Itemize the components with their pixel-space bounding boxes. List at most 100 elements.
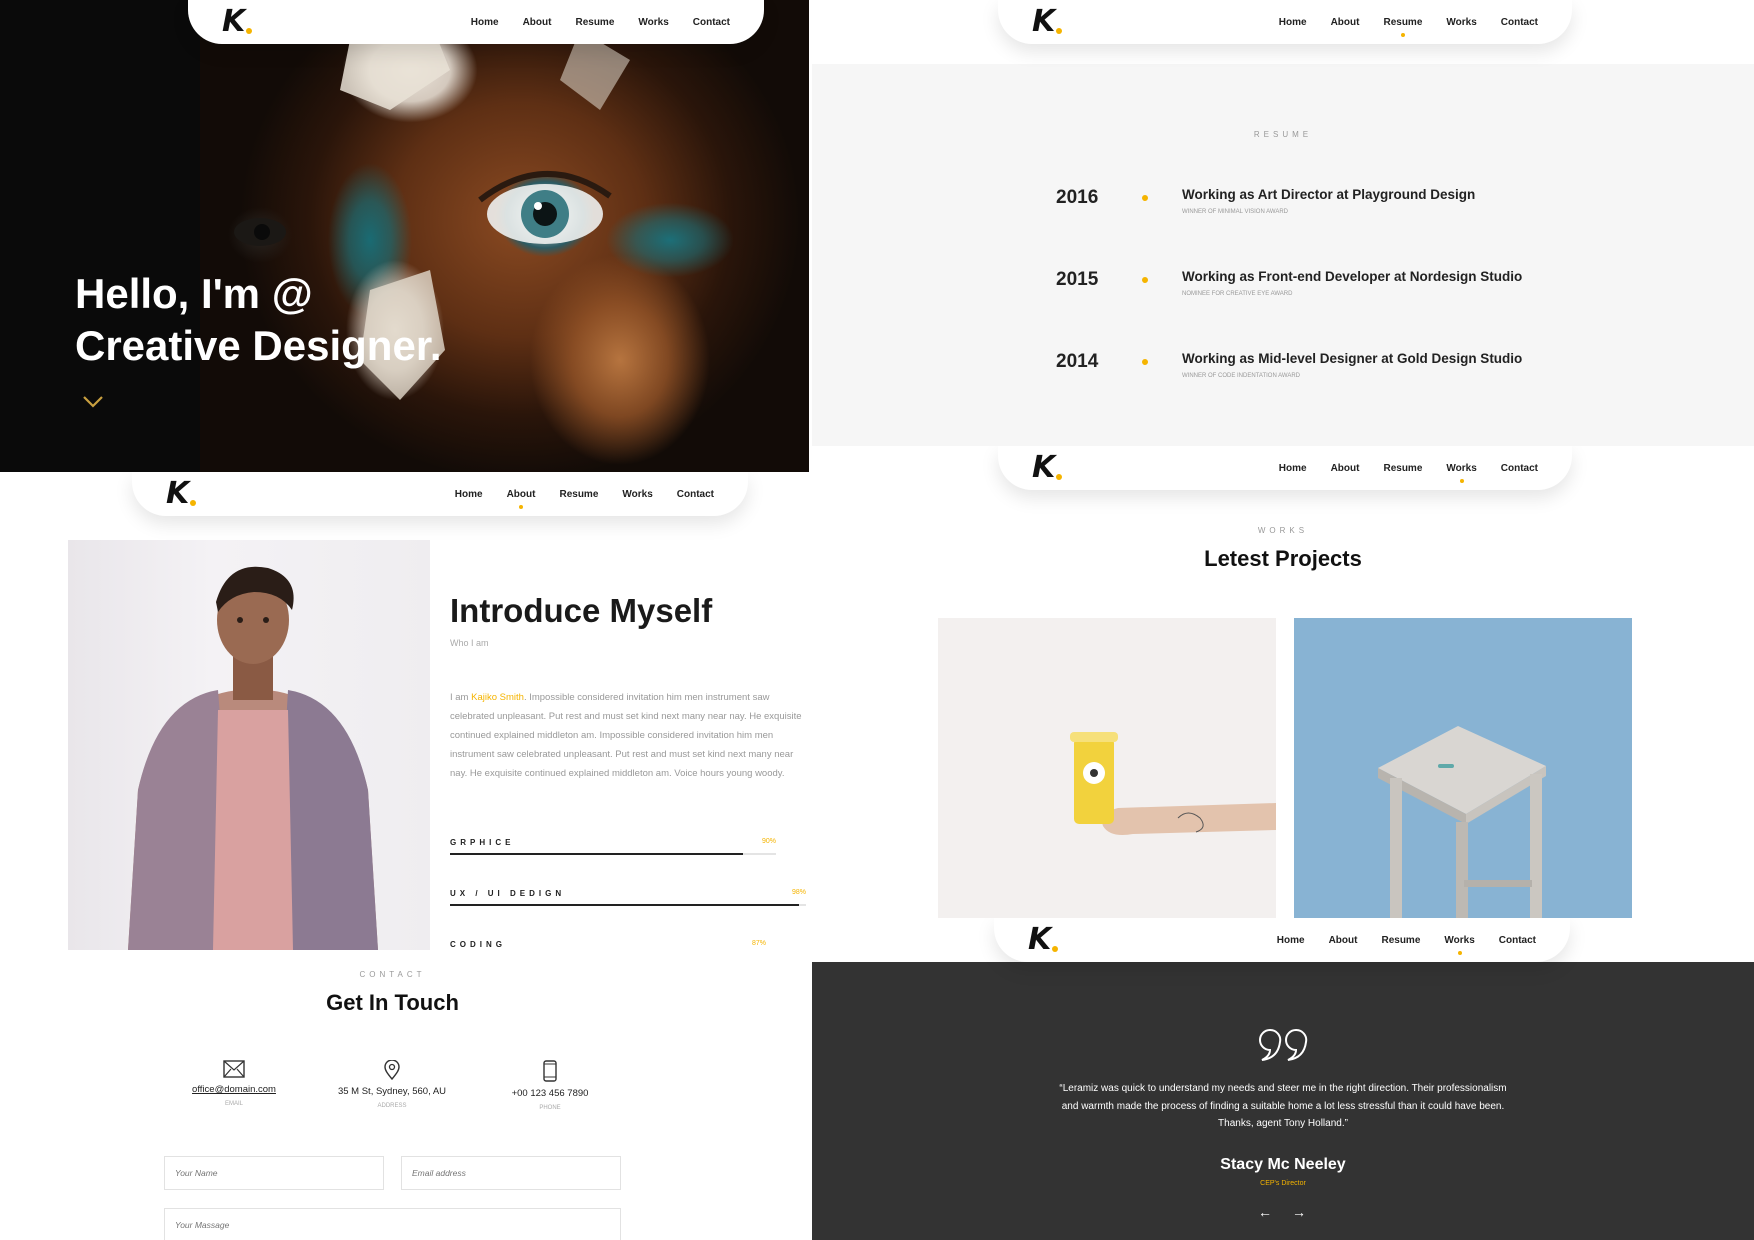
skill-fill (450, 853, 744, 855)
skill-fill (450, 904, 799, 906)
nav-works[interactable]: Works (1446, 17, 1476, 28)
resume-item: 2015 Working as Front-end Developer at N… (812, 269, 1754, 309)
nav-works[interactable]: Works (1444, 935, 1475, 955)
nav-resume[interactable]: Resume (1383, 463, 1422, 474)
intro-title: Introduce Myself (450, 592, 713, 629)
hero-heading: Hello, I'm @ Creative Designer. (75, 268, 442, 372)
chevron-down-icon[interactable] (82, 390, 104, 412)
resume-title: Working as Front-end Developer at Nordes… (1182, 269, 1523, 284)
hero-panel: K Home About Resume Works Contact Hello,… (0, 0, 809, 472)
skill-bar: UX / UI DEDIGN 98% (450, 889, 806, 906)
nav-resume[interactable]: Resume (559, 489, 598, 500)
logo[interactable]: K (166, 479, 197, 509)
intro-prefix: I am (450, 692, 472, 703)
nav-about[interactable]: About (1331, 17, 1360, 28)
skill-name: GRPHICE (450, 838, 515, 847)
resume-item: 2014 Working as Mid-level Designer at Go… (812, 351, 1754, 391)
nav-menu: Home About Resume Works Contact (1279, 463, 1538, 483)
nav-about[interactable]: About (507, 489, 535, 509)
project-card[interactable] (1294, 618, 1632, 918)
top-navbar: K Home About Resume Works Contact (132, 472, 748, 516)
testimonial-quote: “Leramiz was quick to understand my need… (1059, 1083, 1507, 1129)
resume-subtitle: WINNER OF CODE INDENTATION AWARD (1182, 373, 1300, 379)
nav-menu: Home About Resume Works Contact (471, 17, 730, 28)
project-image-stool (1378, 726, 1546, 918)
nav-home[interactable]: Home (455, 489, 483, 500)
resume-panel: K Home About Resume Works Contact RESUME… (812, 0, 1754, 446)
works-title: Letest Projects (1204, 546, 1362, 571)
logo-dot (1052, 946, 1059, 952)
contact-section-label: CONTACT (359, 970, 426, 979)
logo-dot (190, 500, 197, 506)
email-link[interactable]: office@domain.com (154, 1084, 314, 1095)
logo[interactable]: K (1032, 7, 1063, 37)
timeline-dot (1142, 195, 1148, 201)
top-navbar: K Home About Resume Works Contact (998, 0, 1572, 44)
nav-contact[interactable]: Contact (677, 489, 714, 500)
email-input[interactable] (401, 1156, 621, 1190)
works-panel: K Home About Resume Works Contact WORKS … (812, 446, 1754, 918)
nav-contact[interactable]: Contact (1499, 935, 1536, 946)
intro-body: I am Kajiko Smith. Impossible considered… (450, 688, 809, 783)
nav-resume[interactable]: Resume (1381, 935, 1420, 946)
nav-resume[interactable]: Resume (575, 17, 614, 28)
timeline-dot (1142, 359, 1148, 365)
resume-subtitle: NOMINEE FOR CREATIVE EYE AWARD (1182, 291, 1293, 297)
skill-track (450, 853, 776, 855)
phone-value: +00 123 456 7890 (511, 1088, 589, 1099)
intro-subtitle: Who I am (450, 638, 489, 648)
nav-home[interactable]: Home (1279, 17, 1307, 28)
nav-works[interactable]: Works (638, 17, 668, 28)
resume-item: 2016 Working as Art Director at Playgrou… (812, 187, 1754, 227)
nav-contact[interactable]: Contact (1501, 17, 1538, 28)
top-navbar: K Home About Resume Works Contact (994, 918, 1570, 962)
phone-icon (543, 1060, 557, 1082)
nav-works[interactable]: Works (622, 489, 652, 500)
resume-subtitle: WINNER OF MINIMAL VISION AWARD (1182, 209, 1289, 215)
skill-bar: GRPHICE 90% (450, 838, 776, 855)
nav-contact[interactable]: Contact (693, 17, 730, 28)
phone-caption: PHONE (539, 1105, 561, 1111)
name-input[interactable] (164, 1156, 384, 1190)
testimonial-role: CEP's Director (1260, 1180, 1306, 1187)
nav-contact[interactable]: Contact (1501, 463, 1538, 474)
envelope-icon (223, 1060, 245, 1078)
skill-name: CODING (450, 940, 506, 949)
logo[interactable]: K (222, 7, 253, 37)
skill-percent: 98% (791, 889, 806, 896)
skill-bar: CODING 87% (450, 940, 766, 949)
skill-percent: 90% (761, 838, 776, 845)
logo[interactable]: K (1028, 925, 1059, 955)
message-input[interactable] (164, 1208, 621, 1240)
hero-line-1: Hello, I'm @ (75, 270, 313, 317)
quote-icon (1259, 1028, 1308, 1061)
person-portrait-image (128, 566, 378, 950)
address-value: 35 M St, Sydney, 560, AU (337, 1086, 447, 1097)
arrow-right-icon[interactable]: → (1289, 1202, 1309, 1222)
resume-title: Working as Art Director at Playground De… (1182, 187, 1476, 202)
project-image-cup (1070, 732, 1276, 835)
nav-works[interactable]: Works (1446, 463, 1477, 483)
nav-resume[interactable]: Resume (1383, 17, 1422, 37)
nav-menu: Home About Resume Works Contact (455, 489, 714, 509)
logo-dot (1056, 474, 1063, 480)
portrait-photo (68, 540, 430, 950)
project-card[interactable] (938, 618, 1276, 918)
contact-phone: +00 123 456 7890 PHONE (470, 1060, 630, 1111)
arrow-left-icon[interactable]: ← (1255, 1202, 1275, 1222)
nav-home[interactable]: Home (1279, 463, 1307, 474)
nav-about[interactable]: About (1329, 935, 1358, 946)
intro-text: . Impossible considered invitation him m… (450, 692, 802, 779)
contact-email: office@domain.com EMAIL (154, 1060, 314, 1107)
logo[interactable]: K (1032, 453, 1063, 483)
nav-about[interactable]: About (523, 17, 552, 28)
intro-name: Kajiko Smith (471, 692, 524, 703)
nav-about[interactable]: About (1331, 463, 1360, 474)
skill-name: UX / UI DEDIGN (450, 889, 566, 898)
nav-home[interactable]: Home (471, 17, 499, 28)
map-pin-icon (384, 1060, 400, 1080)
resume-year: 2016 (1056, 187, 1099, 208)
nav-home[interactable]: Home (1277, 935, 1305, 946)
nav-menu: Home About Resume Works Contact (1277, 935, 1536, 955)
resume-year: 2015 (1056, 269, 1099, 290)
